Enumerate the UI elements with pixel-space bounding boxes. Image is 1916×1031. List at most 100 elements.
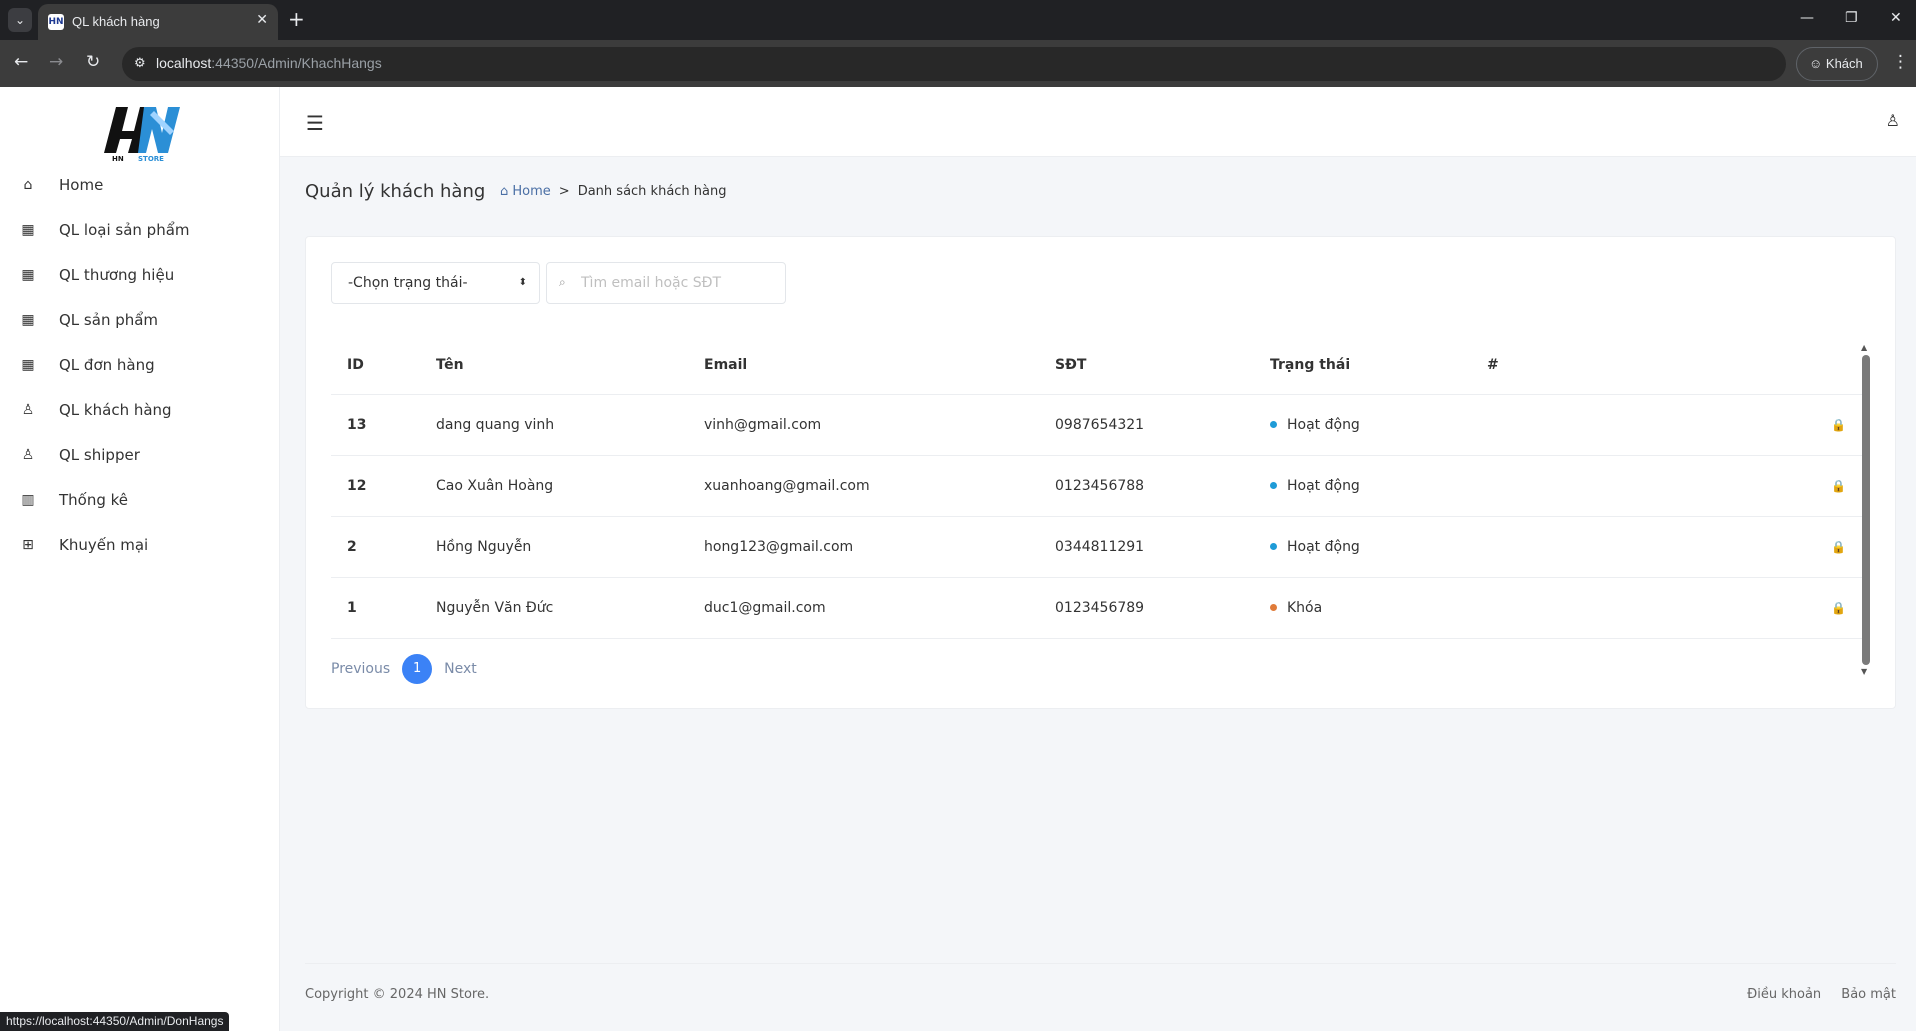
previous-page-link[interactable]: Previous	[331, 661, 390, 677]
column-header-email: Email	[688, 337, 1039, 395]
cell-id: 1	[331, 577, 420, 639]
cell-id: 12	[331, 455, 420, 517]
restore-icon[interactable]: ❐	[1845, 10, 1858, 26]
favicon-icon: HN	[48, 14, 64, 30]
copyright-text: Copyright © 2024 HN Store.	[305, 987, 490, 1002]
cell-name: dang quang vinh	[420, 394, 688, 456]
search-box: ⌕	[546, 262, 786, 304]
breadcrumb-separator: >	[558, 184, 570, 199]
column-header-phone: SĐT	[1039, 337, 1254, 395]
sidebar-item-products[interactable]: ▦ QL sản phẩm	[0, 297, 279, 342]
next-page-link[interactable]: Next	[444, 661, 477, 677]
cell-phone: 0123456788	[1039, 455, 1254, 517]
sidebar-item-brands[interactable]: ▦ QL thương hiệu	[0, 252, 279, 297]
profile-button[interactable]: ☺ Khách	[1796, 47, 1878, 81]
cell-name: Hồng Nguyễn	[420, 516, 688, 578]
table-row: 12 Cao Xuân Hoàng xuanhoang@gmail.com 01…	[331, 455, 1866, 517]
url-text[interactable]: localhost:44350/Admin/KhachHangs	[156, 55, 382, 71]
status-dot	[1270, 604, 1277, 611]
app-topbar: ☰ ♙	[280, 87, 1916, 157]
footer-links: Điều khoản Bảo mật	[1731, 987, 1896, 1002]
pagination: Previous 1 Next	[331, 654, 477, 684]
sidebar-item-customers[interactable]: ♙ QL khách hàng	[0, 387, 279, 432]
site-info-icon[interactable]: ⚙	[134, 56, 146, 71]
breadcrumb-home-link[interactable]: ⌂ Home	[500, 184, 551, 199]
chart-icon: ▥	[21, 491, 35, 508]
browser-menu-icon[interactable]: ⋮	[1892, 52, 1909, 72]
close-tab-icon[interactable]: ✕	[256, 12, 268, 28]
sidebar-menu: ⌂ Home ▦ QL loại sản phẩm ▦ QL thương hi…	[0, 162, 279, 567]
status-dot	[1270, 421, 1277, 428]
sidebar-item-statistics[interactable]: ▥ Thống kê	[0, 477, 279, 522]
menu-toggle-icon[interactable]: ☰	[306, 111, 324, 135]
grid-icon: ▦	[21, 266, 35, 283]
table-scrollbar[interactable]: ▲ ▼	[1861, 343, 1871, 679]
select-arrows-icon: ⬍	[518, 277, 527, 288]
hn-store-logo: HN STORE	[104, 107, 180, 163]
cell-name: Cao Xuân Hoàng	[420, 455, 688, 517]
sidebar-item-promotions[interactable]: ⊞ Khuyến mại	[0, 522, 279, 567]
lock-icon[interactable]: 🔒	[1471, 394, 1866, 456]
cell-status: Hoạt động	[1254, 394, 1471, 456]
cell-status: Hoạt động	[1254, 516, 1471, 578]
close-window-icon[interactable]: ✕	[1890, 10, 1902, 26]
browser-tabbar: ⌄ HN QL khách hàng ✕ + — ❐ ✕	[0, 0, 1916, 40]
tab-search-chevron-icon[interactable]: ⌄	[8, 8, 32, 32]
grid-icon: ▦	[21, 221, 35, 238]
sidebar-item-shippers[interactable]: ♙ QL shipper	[0, 432, 279, 477]
scrollbar-thumb[interactable]	[1862, 355, 1870, 665]
sidebar: HN STORE ⌂ Home ▦ QL loại sản phẩm ▦ QL …	[0, 87, 280, 1031]
profile-label: Khách	[1825, 56, 1863, 71]
sidebar-item-home[interactable]: ⌂ Home	[0, 162, 279, 207]
cell-phone: 0344811291	[1039, 516, 1254, 578]
new-tab-icon[interactable]: +	[288, 8, 305, 30]
privacy-link[interactable]: Bảo mật	[1841, 987, 1896, 1002]
address-bar[interactable]: ⚙ localhost:44350/Admin/KhachHangs	[122, 47, 1786, 81]
customer-table: ID Tên Email SĐT Trạng thái # 13 dang qu…	[331, 337, 1866, 639]
footer: Copyright © 2024 HN Store. Điều khoản Bả…	[305, 963, 1896, 1031]
cell-status: Khóa	[1254, 577, 1471, 639]
page-title: Quản lý khách hàng	[305, 181, 486, 202]
user-icon: ♙	[21, 446, 35, 463]
status-bar-url: https://localhost:44350/Admin/DonHangs	[0, 1012, 230, 1031]
lock-icon[interactable]: 🔒	[1471, 455, 1866, 517]
table-row: 2 Hồng Nguyễn hong123@gmail.com 03448112…	[331, 516, 1866, 578]
lock-icon[interactable]: 🔒	[1471, 577, 1866, 639]
forward-icon[interactable]: →	[49, 52, 63, 72]
cell-email: duc1@gmail.com	[688, 577, 1039, 639]
status-dot	[1270, 543, 1277, 550]
tab-title: QL khách hàng	[72, 14, 160, 29]
column-header-status: Trạng thái	[1254, 337, 1471, 395]
reload-icon[interactable]: ↻	[86, 52, 100, 72]
column-header-id: ID	[331, 337, 420, 395]
page-1-button[interactable]: 1	[402, 654, 433, 684]
cell-name: Nguyễn Văn Đức	[420, 577, 688, 639]
terms-link[interactable]: Điều khoản	[1747, 987, 1821, 1002]
table-row: 13 dang quang vinh vinh@gmail.com 098765…	[331, 394, 1866, 456]
cell-phone: 0123456789	[1039, 577, 1254, 639]
grid-icon: ▦	[21, 311, 35, 328]
lock-icon[interactable]: 🔒	[1471, 516, 1866, 578]
cell-phone: 0987654321	[1039, 394, 1254, 456]
scroll-down-icon[interactable]: ▼	[1861, 667, 1867, 676]
cell-id: 2	[331, 516, 420, 578]
breadcrumb-current: Danh sách khách hàng	[577, 184, 727, 199]
back-icon[interactable]: ←	[14, 52, 28, 72]
customer-list-card: -Chọn trạng thái- ⬍ ⌕ ID Tên Email SĐT T…	[305, 236, 1896, 709]
status-dot	[1270, 482, 1277, 489]
scroll-up-icon[interactable]: ▲	[1861, 343, 1867, 352]
table-header-row: ID Tên Email SĐT Trạng thái #	[331, 337, 1866, 395]
browser-tab[interactable]: HN QL khách hàng ✕	[38, 4, 278, 40]
sidebar-item-orders[interactable]: ▦ QL đơn hàng	[0, 342, 279, 387]
column-header-name: Tên	[420, 337, 688, 395]
minimize-icon[interactable]: —	[1800, 10, 1814, 26]
gift-icon: ⊞	[22, 536, 34, 553]
account-icon[interactable]: ♙	[1886, 111, 1900, 130]
status-filter-select[interactable]: -Chọn trạng thái- ⬍	[331, 262, 540, 304]
browser-toolbar: ← → ↻ ⚙ localhost:44350/Admin/KhachHangs…	[0, 40, 1916, 87]
cell-id: 13	[331, 394, 420, 456]
sidebar-item-product-categories[interactable]: ▦ QL loại sản phẩm	[0, 207, 279, 252]
search-input[interactable]	[581, 271, 777, 295]
home-icon: ⌂	[500, 184, 509, 199]
column-header-actions: #	[1471, 337, 1866, 395]
